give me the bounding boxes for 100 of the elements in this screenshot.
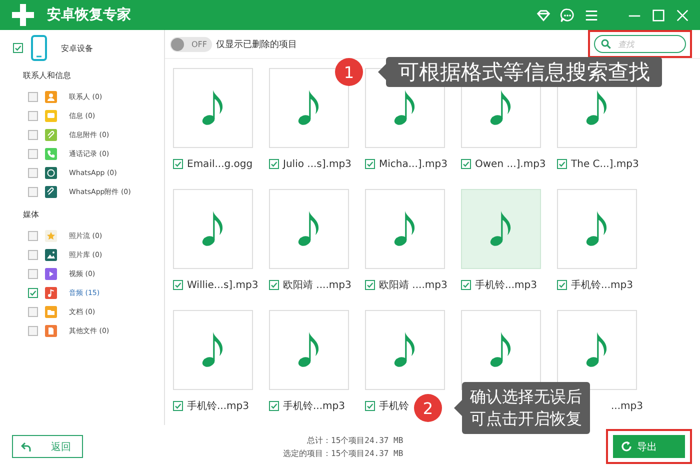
file-name: 手机铃...mp3 — [571, 278, 633, 292]
checkbox[interactable] — [557, 159, 567, 169]
file-thumbnail[interactable] — [269, 189, 349, 269]
refresh-icon — [621, 441, 632, 452]
music-note-icon — [202, 332, 224, 368]
music-note-icon — [490, 90, 512, 126]
person-icon — [45, 90, 57, 102]
toggle-switch[interactable]: OFF — [170, 36, 212, 52]
music-note-icon — [394, 332, 416, 368]
maximize-icon[interactable] — [651, 8, 666, 22]
step-badge: 1 — [335, 58, 363, 86]
checkbox[interactable] — [269, 159, 279, 169]
file-name: 手机铃 — [379, 400, 409, 413]
checkbox[interactable] — [173, 280, 183, 290]
chat-icon — [45, 110, 57, 122]
checkbox[interactable] — [28, 326, 38, 336]
music-note-icon — [490, 211, 512, 247]
window-title: 安卓恢复专家 — [47, 6, 131, 24]
phone-icon — [31, 35, 47, 61]
diamond-icon[interactable] — [536, 8, 551, 22]
checkbox[interactable] — [28, 306, 38, 316]
step-badge: 2 — [414, 394, 442, 422]
file-icon — [45, 324, 57, 336]
music-note-icon — [586, 332, 608, 368]
file-name: 手机铃...mp3 — [187, 400, 249, 413]
checkbox[interactable] — [28, 186, 38, 196]
music-note-icon — [202, 211, 224, 247]
file-thumbnail[interactable] — [365, 189, 445, 269]
checkbox[interactable] — [28, 148, 38, 158]
checkbox[interactable] — [365, 280, 375, 290]
music-note-icon — [202, 90, 224, 126]
checkbox[interactable] — [461, 280, 471, 290]
checkbox[interactable] — [557, 280, 567, 290]
file-name: Willie...s].mp3 — [187, 280, 258, 290]
selected-summary: 选定的项目：15个项目24.37 MB — [283, 448, 404, 460]
file-thumbnail[interactable] — [557, 189, 637, 269]
folder-icon — [45, 306, 57, 318]
file-thumbnail[interactable] — [557, 310, 637, 390]
music-note-icon — [394, 90, 416, 126]
file-name: Email...g.ogg — [187, 158, 253, 170]
paperclip-icon — [45, 186, 57, 198]
file-name: 手机铃...mp3 — [283, 400, 345, 413]
plus-logo-icon — [11, 3, 35, 27]
checkbox[interactable] — [365, 159, 375, 169]
file-name: 欧阳靖 ....mp3 — [379, 278, 448, 292]
checkbox[interactable] — [365, 401, 375, 411]
chat-icon[interactable] — [560, 8, 575, 22]
callout-text: 可根据格式等信息搜索查找 — [398, 59, 650, 85]
callout-text: 确认选择无误后 — [470, 386, 582, 408]
search-field[interactable]: 查找 — [594, 35, 686, 53]
file-name: Micha...].mp3 — [379, 158, 448, 170]
file-thumbnail[interactable] — [173, 310, 253, 390]
toggle-label: 仅显示已删除的项目 — [216, 38, 297, 50]
back-arrow-icon — [21, 442, 31, 452]
file-name: Julio ...s].mp3 — [283, 158, 352, 170]
file-thumbnail[interactable] — [173, 189, 253, 269]
music-note-icon — [298, 90, 320, 126]
music-note-icon — [298, 332, 320, 368]
checkbox[interactable] — [173, 401, 183, 411]
chat-bubble-icon — [45, 166, 57, 178]
device-label: 安卓设备 — [61, 42, 93, 54]
music-note-icon — [394, 211, 416, 247]
checkbox[interactable] — [269, 280, 279, 290]
file-thumbnail[interactable] — [269, 310, 349, 390]
checkbox[interactable] — [28, 230, 38, 240]
checkbox[interactable] — [13, 43, 23, 53]
file-thumbnail[interactable] — [461, 189, 541, 269]
checkbox[interactable] — [269, 401, 279, 411]
file-name: ...mp3 — [611, 400, 643, 412]
file-thumbnail[interactable] — [173, 68, 253, 148]
section-title: 媒体 — [22, 209, 40, 221]
checkbox[interactable] — [28, 268, 38, 278]
checkbox[interactable] — [461, 159, 471, 169]
checkbox[interactable] — [173, 159, 183, 169]
file-name: 欧阳靖 ....mp3 — [283, 278, 352, 292]
file-thumbnail[interactable] — [365, 310, 445, 390]
music-note-icon — [490, 332, 512, 368]
music-note-icon — [586, 211, 608, 247]
checkbox[interactable] — [28, 168, 38, 178]
menu-icon[interactable] — [584, 8, 599, 22]
checkbox[interactable] — [28, 250, 38, 260]
callout-text: 可点击开启恢复 — [470, 408, 582, 430]
section-title: 联系人和信息 — [22, 70, 72, 82]
checkbox[interactable] — [28, 288, 38, 298]
file-name: The C...].mp3 — [571, 158, 639, 170]
image-icon — [45, 248, 57, 260]
file-name: Owen ...].mp3 — [475, 158, 546, 170]
checkbox[interactable] — [28, 130, 38, 140]
checkbox[interactable] — [28, 110, 38, 120]
music-note-icon — [586, 90, 608, 126]
paperclip-icon — [45, 128, 57, 140]
music-icon — [45, 286, 57, 298]
star-icon — [45, 230, 57, 242]
checkbox[interactable] — [28, 92, 38, 102]
file-name: 手机铃...mp3 — [475, 278, 537, 292]
music-note-icon — [298, 211, 320, 247]
total-summary: 总计：15个项目24.37 MB — [307, 434, 404, 446]
phone-icon — [45, 148, 57, 160]
close-icon[interactable] — [675, 8, 690, 22]
search-icon — [601, 39, 611, 49]
